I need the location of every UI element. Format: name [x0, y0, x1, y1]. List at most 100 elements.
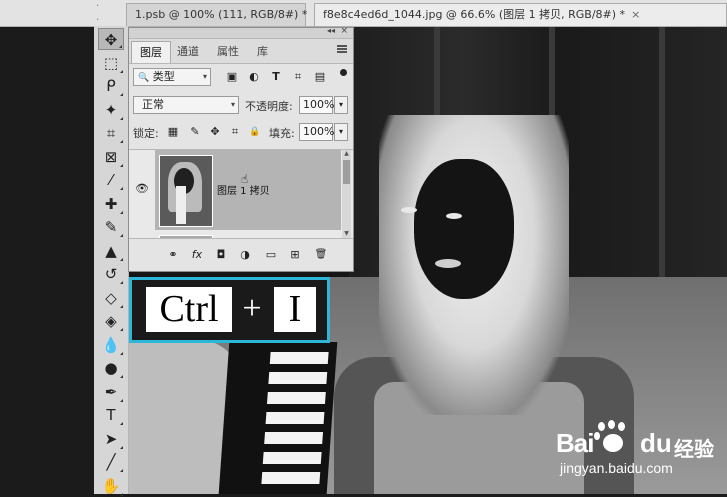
document-tab-bar: ·· 1.psb @ 100% (111, RGB/8#) *× f8e8c4e…: [0, 0, 727, 27]
chevron-down-icon: ▾: [202, 72, 207, 81]
type-tool[interactable]: T: [98, 404, 124, 426]
tool-group-indicator: [120, 422, 123, 425]
watermark-brand-1: Bai: [556, 428, 594, 458]
magic-wand-tool[interactable]: ✦: [98, 99, 124, 121]
tab-document-2[interactable]: f8e8c4ed6d_1044.jpg @ 66.6% (图层 1 拷贝, RG…: [314, 3, 727, 26]
eraser-tool[interactable]: ◇: [98, 287, 124, 309]
hand-icon: ✋: [101, 476, 121, 495]
layer-row[interactable]: 图层 1 拷贝 ☝: [155, 150, 341, 230]
layers-scrollbar[interactable]: ▲ ▼: [342, 150, 351, 238]
photo-eye: [401, 207, 417, 213]
frame-tool[interactable]: ⊠: [98, 146, 124, 168]
brush-tool[interactable]: ✎: [98, 216, 124, 238]
path-selection-tool[interactable]: ➤: [98, 428, 124, 450]
paint-bucket-tool[interactable]: ◈: [98, 310, 124, 332]
eraser-icon: ◇: [105, 288, 117, 307]
collapse-icon[interactable]: ◂◂: [327, 26, 335, 35]
lock-all-icon[interactable]: 🔒: [249, 125, 261, 139]
panel-tabs: 图层 通道 属性 库: [129, 39, 353, 64]
tab-libraries[interactable]: 库: [249, 41, 276, 62]
baidu-jingyan-watermark: Bai du 经验 jingyan.baidu.com: [556, 418, 726, 478]
blend-mode-select[interactable]: 正常 ▾: [133, 96, 239, 114]
path-selection-icon: ➤: [104, 429, 118, 448]
scroll-up-icon[interactable]: ▲: [342, 150, 351, 158]
layer-mask-icon[interactable]: ◘: [213, 247, 229, 263]
tools-panel: ✥ ⬚ ᑭ ✦ ⌗ ⊠ ⁄ ✚ ✎ ▲ ↺ ◇ ◈ 💧 ● ✒ T ➤ ╱ ✋: [94, 26, 129, 497]
type-icon: T: [106, 406, 116, 424]
tab-document-1[interactable]: 1.psb @ 100% (111, RGB/8#) *×: [126, 3, 323, 26]
panel-title-bar[interactable]: ◂◂ ×: [129, 26, 353, 39]
tool-group-indicator: [120, 445, 123, 449]
lock-pixels-icon[interactable]: ✎: [189, 125, 201, 139]
history-brush-tool[interactable]: ↺: [98, 263, 124, 285]
move-tool[interactable]: ✥: [98, 28, 124, 50]
photo-face: [414, 159, 514, 299]
watermark-url: jingyan.baidu.com: [560, 460, 673, 476]
tool-group-indicator: [120, 93, 123, 96]
healing-brush-icon: ✚: [104, 194, 118, 213]
layer-row-partial[interactable]: [159, 235, 213, 238]
lock-position-icon[interactable]: ✥: [209, 125, 221, 139]
tool-group-indicator: [120, 281, 123, 284]
adjustment-layer-icon[interactable]: ◑: [237, 247, 253, 263]
hand-tool[interactable]: ✋: [98, 475, 124, 497]
filter-row: 🔍 类型 ▾ ▣ ◐ T ⌗ ▤: [129, 65, 353, 89]
delete-layer-icon[interactable]: 🗑: [313, 247, 329, 263]
group-icon[interactable]: ▭: [263, 247, 279, 263]
clone-stamp-icon: ▲: [105, 241, 117, 260]
close-icon[interactable]: ×: [340, 26, 348, 36]
opacity-input[interactable]: 100%: [299, 96, 334, 114]
fill-input[interactable]: 100%: [299, 123, 334, 141]
lock-row: 锁定: ▦ ✎ ✥ ⌗ 🔒 填充: 100% ▾: [129, 120, 353, 144]
tool-group-indicator: [120, 210, 123, 214]
pixel-filter-icon[interactable]: ▣: [224, 69, 240, 85]
clone-stamp-tool[interactable]: ▲: [98, 240, 124, 262]
crop-icon: ⌗: [106, 124, 116, 142]
scroll-down-icon[interactable]: ▼: [342, 230, 351, 238]
line-tool[interactable]: ╱: [98, 451, 124, 473]
blend-row: 正常 ▾ 不透明度: 100% ▾: [129, 93, 353, 117]
layers-list: 👁 图层 1 拷贝 ☝ ▲ ▼: [129, 149, 353, 239]
baidu-paw-icon: [594, 420, 632, 454]
lasso-tool[interactable]: ᑭ: [98, 75, 124, 97]
type-filter-icon[interactable]: T: [268, 69, 284, 85]
tab-document-2-label: f8e8c4ed6d_1044.jpg @ 66.6% (图层 1 拷贝, RG…: [323, 8, 626, 21]
layer-thumbnail: [159, 155, 213, 227]
adjustment-filter-icon[interactable]: ◐: [246, 69, 262, 85]
lock-artboard-icon[interactable]: ⌗: [229, 125, 241, 139]
watermark-brand-3: 经验: [674, 437, 714, 461]
shortcut-overlay: Ctrl + I: [129, 277, 330, 343]
marquee-tool[interactable]: ⬚: [98, 52, 124, 74]
tool-group-indicator: [120, 328, 123, 331]
smart-object-filter-icon[interactable]: ▤: [312, 69, 328, 85]
opacity-dropdown-icon[interactable]: ▾: [334, 96, 348, 114]
lock-transparent-icon[interactable]: ▦: [167, 125, 179, 139]
dodge-tool[interactable]: ●: [98, 357, 124, 379]
lasso-icon: ᑭ: [106, 77, 116, 95]
pen-icon: ✒: [104, 382, 118, 401]
blur-tool[interactable]: 💧: [98, 334, 124, 356]
panel-menu-icon[interactable]: [337, 45, 347, 53]
filter-toggle-icon[interactable]: [340, 69, 347, 76]
tool-group-indicator: [120, 351, 123, 355]
photo-keyboard: [218, 342, 338, 494]
chevron-down-icon: ▾: [230, 100, 235, 109]
layer-style-icon[interactable]: fx: [189, 247, 205, 263]
blur-icon: 💧: [101, 335, 121, 354]
fill-dropdown-icon[interactable]: ▾: [334, 123, 348, 141]
new-layer-icon[interactable]: ⊞: [287, 247, 303, 263]
link-layers-icon[interactable]: ⚭: [165, 247, 181, 263]
hand-cursor-icon: ☝: [241, 172, 249, 186]
shape-filter-icon[interactable]: ⌗: [290, 69, 306, 85]
close-icon[interactable]: ×: [631, 8, 640, 21]
tab-properties[interactable]: 属性: [209, 41, 247, 62]
layer-filter-select[interactable]: 🔍 类型 ▾: [133, 68, 211, 86]
crop-tool[interactable]: ⌗: [98, 122, 124, 144]
scroll-thumb[interactable]: [343, 160, 350, 184]
tab-channels[interactable]: 通道: [169, 41, 207, 62]
tab-layers[interactable]: 图层: [131, 41, 171, 63]
healing-brush-tool[interactable]: ✚: [98, 193, 124, 215]
visibility-eye-icon[interactable]: 👁: [135, 183, 149, 195]
eyedropper-tool[interactable]: ⁄: [98, 169, 124, 191]
pen-tool[interactable]: ✒: [98, 381, 124, 403]
